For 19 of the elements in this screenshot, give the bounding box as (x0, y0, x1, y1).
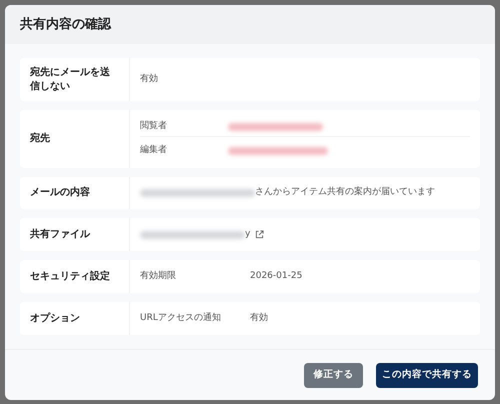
row-label: 宛先にメールを送信しない (30, 66, 111, 94)
message-text: さんからアイテム共有の案内が届いています (255, 186, 435, 200)
external-link-icon[interactable] (255, 230, 264, 239)
recipient-role: 編集者 (140, 144, 168, 158)
row-label: 共有ファイル (30, 228, 90, 242)
setting-value: 有効 (250, 312, 268, 325)
recipient-role: 閲覧者 (140, 120, 168, 133)
row-label: 宛先 (30, 132, 50, 146)
setting-name: 有効期限 (140, 270, 177, 283)
row-label: オプション (30, 312, 80, 326)
file-name: y (245, 228, 250, 241)
row-value: 有効 (140, 72, 158, 86)
setting-value: 2026-01-25 (250, 270, 302, 283)
setting-name: URLアクセスの通知 (140, 312, 222, 325)
dialog-title: 共有内容の確認 (20, 16, 111, 34)
share-button[interactable]: この内容で共有する (376, 362, 478, 388)
row-label: メールの内容 (30, 186, 90, 200)
edit-button[interactable]: 修正する (304, 362, 363, 388)
row-label: セキュリティ設定 (30, 270, 110, 284)
